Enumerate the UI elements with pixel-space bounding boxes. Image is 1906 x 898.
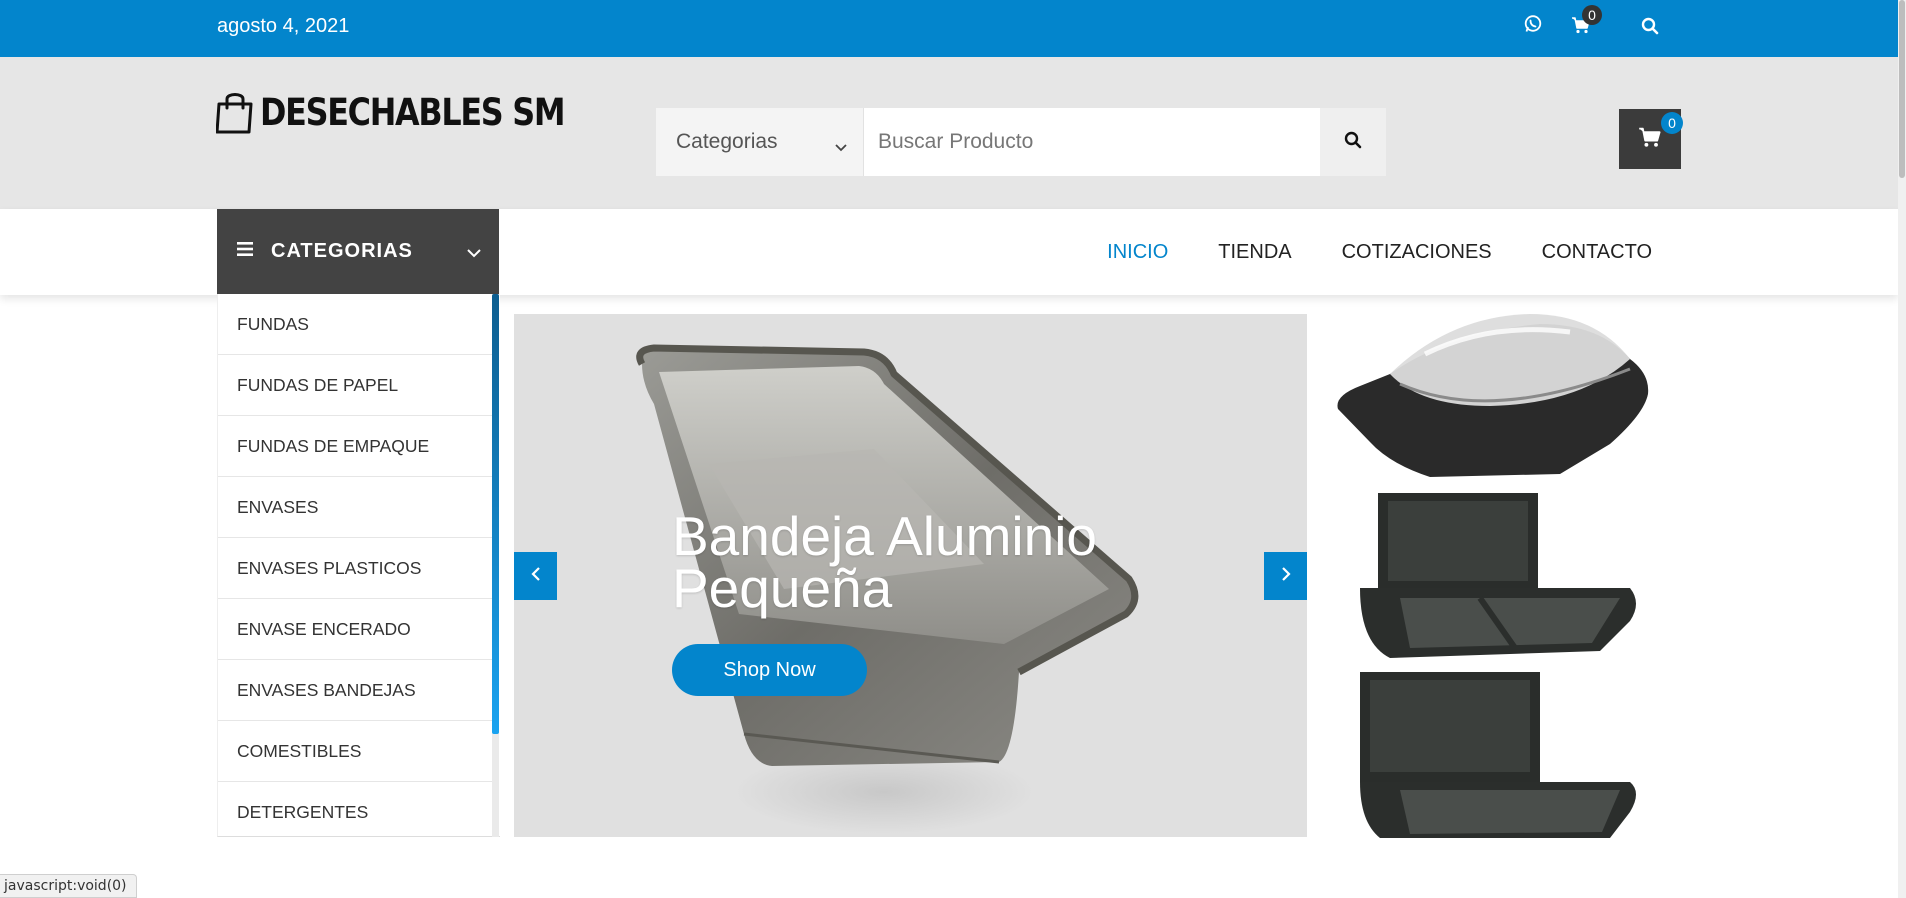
current-date: agosto 4, 2021 (217, 15, 350, 37)
clear-dome-container-image (1337, 314, 1649, 477)
search-placeholder: Buscar Producto (878, 130, 1034, 153)
cart-icon (1637, 125, 1663, 154)
nav-link-cotizaciones[interactable]: COTIZACIONES (1342, 241, 1492, 264)
whatsapp-icon[interactable] (1523, 14, 1547, 38)
chevron-down-icon (835, 134, 847, 158)
category-select[interactable]: Categorias (656, 108, 864, 176)
nav-link-inicio[interactable]: INICIO (1107, 241, 1168, 264)
slider-prev-button[interactable] (514, 552, 557, 600)
category-item[interactable]: FUNDAS (218, 294, 493, 355)
category-item[interactable]: COMESTIBLES (218, 721, 493, 782)
category-item[interactable]: FUNDAS DE EMPAQUE (218, 416, 493, 477)
chevron-left-icon (530, 566, 541, 587)
category-item[interactable]: ENVASES PLASTICOS (218, 538, 493, 599)
slider-next-button[interactable] (1264, 552, 1307, 600)
category-item[interactable]: ENVASES BANDEJAS (218, 660, 493, 721)
nav-link-contacto[interactable]: CONTACTO (1542, 241, 1652, 264)
search-input[interactable]: Buscar Producto (864, 108, 1320, 176)
category-list: FUNDAS FUNDAS DE PAPEL FUNDAS DE EMPAQUE… (217, 294, 500, 837)
category-item[interactable]: DETERGENTES (218, 782, 493, 836)
shopping-bag-icon (216, 93, 253, 134)
side-banner-1[interactable] (1330, 314, 1660, 481)
site-logo[interactable]: DESECHABLES SM (216, 87, 614, 137)
main-menu: INICIO TIENDA COTIZACIONES CONTACTO (1107, 209, 1652, 295)
category-list-scroll-thumb[interactable] (492, 294, 499, 734)
product-search: Categorias Buscar Producto (656, 108, 1386, 176)
header-cart-button[interactable]: 0 (1619, 109, 1683, 169)
search-button[interactable] (1320, 108, 1386, 176)
side-banner-2[interactable] (1330, 493, 1660, 659)
foam-container-image (1360, 493, 1636, 658)
page-scroll-thumb[interactable] (1899, 0, 1905, 178)
top-bar: agosto 4, 2021 0 (0, 0, 1898, 57)
logo-text: DESECHABLES SM (260, 90, 565, 134)
slide-title: Bandeja Aluminio Pequeña (672, 505, 1098, 619)
chevron-right-icon (1281, 566, 1291, 587)
topbar-cart-count-badge: 0 (1582, 5, 1602, 25)
categories-label: CATEGORIAS (271, 240, 413, 262)
nav-link-tienda[interactable]: TIENDA (1218, 241, 1291, 264)
browser-status-bar: javascript:void(0) (0, 874, 137, 898)
hamburger-icon (237, 242, 253, 261)
header-cart-count-badge: 0 (1661, 112, 1683, 134)
foam-container-image (1360, 672, 1636, 838)
category-item[interactable]: ENVASES (218, 477, 493, 538)
search-icon[interactable] (1641, 17, 1665, 41)
site-header: DESECHABLES SM Categorias Buscar Product… (0, 57, 1898, 209)
shop-now-button[interactable]: Shop Now (672, 644, 867, 696)
category-item[interactable]: FUNDAS DE PAPEL (218, 355, 493, 416)
search-icon (1344, 131, 1362, 154)
side-banner-3[interactable] (1330, 672, 1660, 838)
page-scrollbar[interactable] (1898, 0, 1906, 898)
category-select-label: Categorias (676, 130, 778, 153)
hero-slider: Bandeja Aluminio Pequeña Shop Now (514, 314, 1307, 837)
chevron-down-icon (467, 245, 481, 263)
category-list-scrollbar[interactable] (492, 294, 499, 837)
category-item[interactable]: ENVASE ENCERADO (218, 599, 493, 660)
categories-toggle[interactable]: CATEGORIAS (217, 209, 499, 294)
